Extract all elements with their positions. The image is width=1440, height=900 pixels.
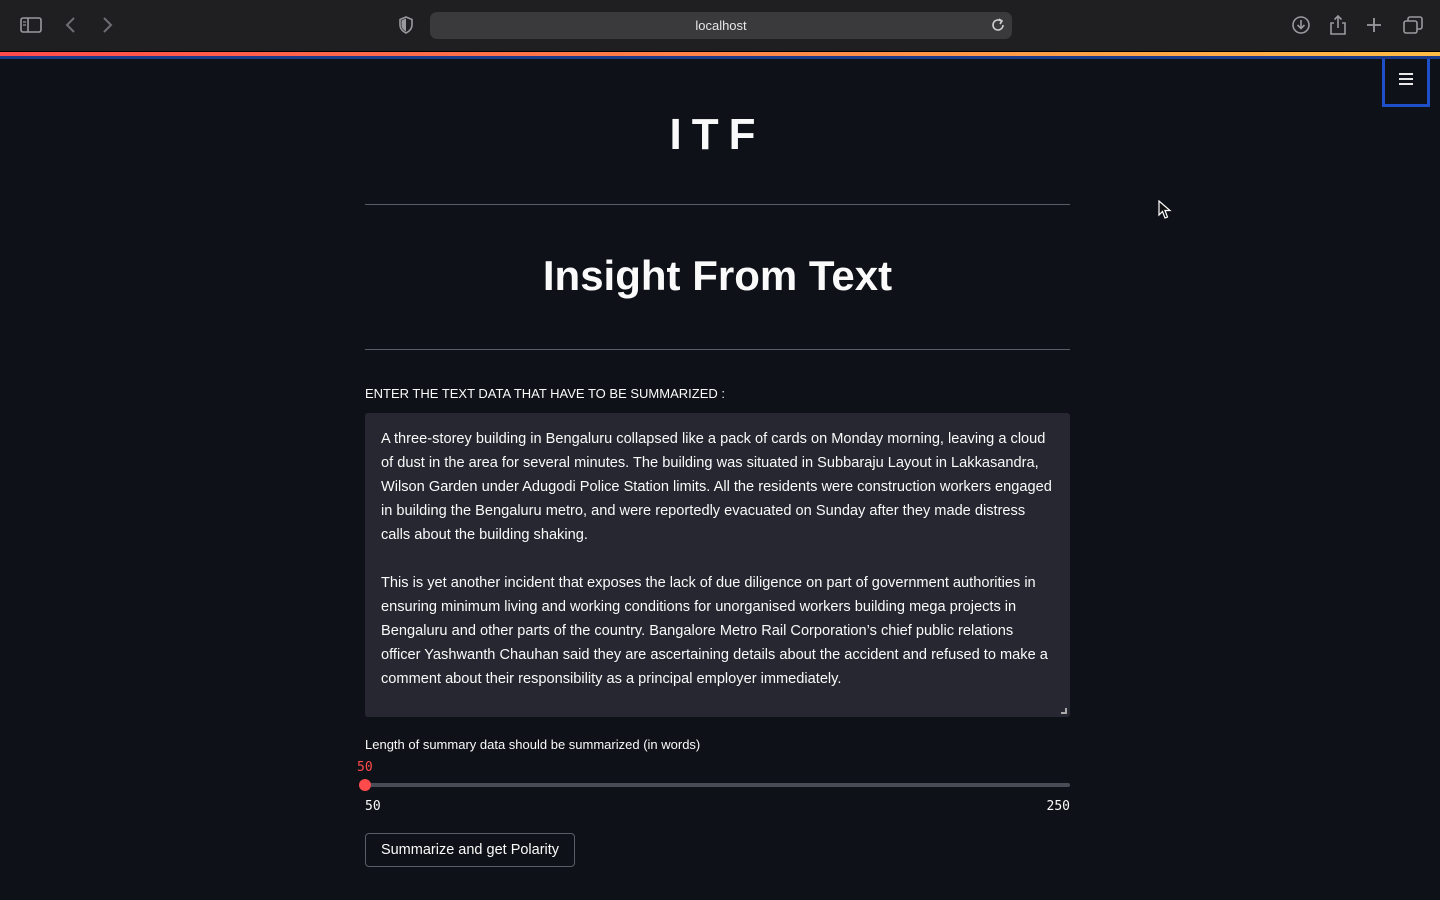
resize-handle-icon[interactable] (1061, 708, 1067, 714)
focus-outline-bar (0, 56, 1440, 59)
slider-max-label: 250 (1046, 799, 1070, 814)
slider-track[interactable] (365, 783, 1070, 787)
divider (365, 204, 1070, 205)
slider-label: Length of summary data should be summari… (365, 737, 701, 752)
summary-text-area[interactable]: A three-storey building in Bengaluru col… (365, 413, 1070, 717)
mouse-cursor-icon (1158, 199, 1172, 225)
back-icon[interactable] (64, 16, 78, 34)
new-tab-icon[interactable] (1366, 17, 1382, 33)
page-title: Insight From Text (542, 252, 893, 299)
shield-icon[interactable] (398, 16, 414, 34)
app-logo: ITF (669, 110, 766, 159)
text-paragraph: This is yet another incident that expose… (381, 575, 1048, 687)
browser-toolbar: localhost (0, 0, 1440, 52)
text-input-label: ENTER THE TEXT DATA THAT HAVE TO BE SUMM… (365, 386, 725, 401)
download-icon[interactable] (1291, 15, 1311, 35)
main-menu-button[interactable] (1382, 59, 1430, 107)
slider-current-value: 50 (357, 760, 373, 775)
text-paragraph: A three-storey building in Bengaluru col… (381, 431, 1052, 543)
reload-icon[interactable] (990, 17, 1006, 33)
share-icon[interactable] (1329, 14, 1347, 36)
slider-thumb[interactable] (359, 779, 371, 791)
hamburger-icon (1398, 72, 1414, 91)
sidebar-icon[interactable] (20, 16, 42, 34)
divider (365, 349, 1070, 350)
forward-icon[interactable] (100, 16, 114, 34)
url-text: localhost (695, 18, 747, 33)
slider-min-label: 50 (365, 799, 381, 814)
address-bar[interactable]: localhost (430, 12, 1012, 39)
summarize-button[interactable]: Summarize and get Polarity (365, 833, 575, 867)
tabs-overview-icon[interactable] (1403, 16, 1423, 34)
